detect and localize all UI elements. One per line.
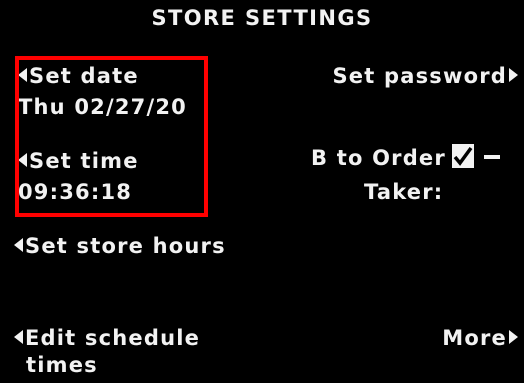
left-arrow-icon [14, 330, 23, 344]
set-time-button[interactable]: Set time [18, 151, 139, 172]
set-password-label: Set password [332, 64, 507, 88]
left-arrow-icon [18, 68, 27, 82]
taker-label: Taker: [364, 180, 444, 204]
set-date-label: Set date [29, 64, 139, 88]
store-settings-screen: STORE SETTINGS Set date Thu 02/27/20 Set… [0, 0, 524, 383]
edit-schedule-label: Edit schedule [25, 326, 201, 350]
checkmark-icon [453, 146, 473, 166]
more-label: More [442, 326, 507, 350]
dash-icon [484, 155, 500, 159]
left-arrow-icon [14, 238, 23, 252]
right-arrow-icon [509, 68, 518, 82]
edit-schedule-button[interactable]: Edit schedule [14, 328, 200, 349]
set-store-hours-label: Set store hours [25, 234, 226, 258]
right-arrow-icon [509, 330, 518, 344]
set-password-button[interactable]: Set password [332, 66, 518, 87]
left-arrow-icon [18, 153, 27, 167]
set-time-label: Set time [29, 149, 139, 173]
b-to-order-label: B to Order [311, 146, 446, 170]
set-store-hours-button[interactable]: Set store hours [14, 236, 226, 257]
more-button[interactable]: More [442, 328, 518, 349]
edit-schedule-label-2: times [26, 353, 98, 377]
b-to-order-checkbox[interactable] [452, 144, 474, 168]
date-value: Thu 02/27/20 [18, 95, 187, 119]
set-date-button[interactable]: Set date [18, 66, 139, 87]
time-value: 09:36:18 [18, 180, 133, 204]
page-title: STORE SETTINGS [151, 6, 373, 30]
